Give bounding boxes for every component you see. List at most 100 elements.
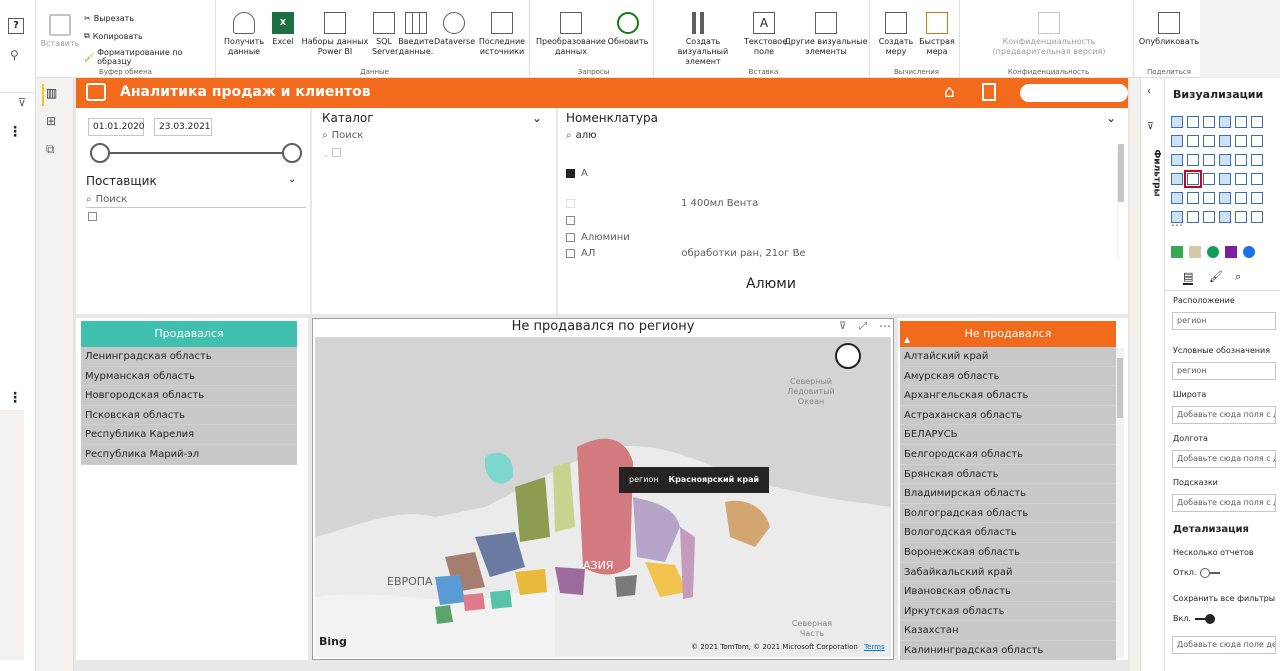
get-data-button[interactable]: Получить данные [224, 12, 264, 57]
table-row[interactable]: БЕЛАРУСЬ [900, 425, 1116, 445]
table-row[interactable]: Новгородская область [81, 386, 297, 406]
table-row[interactable]: Амурская область [900, 367, 1116, 387]
analytics-tab-icon[interactable]: ⌕ [1235, 270, 1241, 284]
more-visuals-button[interactable]: Другие визуальные элементы [784, 12, 868, 57]
globe-icon[interactable] [1207, 246, 1219, 258]
excel-button[interactable]: X Excel [268, 12, 298, 47]
table-row[interactable]: Воронежская область [900, 543, 1116, 563]
recent-sources-button[interactable]: Последние источники [476, 12, 528, 57]
list-item[interactable]: А [566, 168, 682, 179]
table-row[interactable]: Белгородская область [900, 445, 1116, 465]
latitude-well[interactable]: Добавьте сюда поля с данными [1172, 406, 1276, 424]
report-view-icon[interactable]: ▥ [46, 86, 57, 100]
not-sold-header[interactable]: Не продавался ▲ [900, 321, 1116, 347]
chevron-down-icon[interactable]: ⌄ [288, 174, 296, 185]
list-item[interactable]: АЛ обработки ран, 21ог Ве [566, 248, 806, 259]
chevron-down-icon[interactable]: ⌄ [1106, 111, 1116, 125]
supplier-checkbox[interactable] [88, 212, 97, 224]
help-icon[interactable]: ? [8, 18, 24, 34]
matrix-icon[interactable] [1235, 192, 1247, 204]
drillthrough-well[interactable]: Добавьте сюда поле детализации [1172, 636, 1276, 654]
date-to-input[interactable]: 23.03.2021 [154, 118, 212, 136]
date-slider-start-handle[interactable] [90, 143, 110, 163]
table-row[interactable]: Владимирская область [900, 484, 1116, 504]
legend-well[interactable]: регион [1172, 362, 1276, 380]
more-options-icon[interactable]: ⋯ [879, 319, 891, 333]
funnel-icon[interactable] [1187, 154, 1199, 166]
table-row[interactable]: Астраханская область [900, 406, 1116, 426]
list-item[interactable]: 1 400мл Вента [566, 198, 758, 209]
table-row[interactable]: Вологодская область [900, 523, 1116, 543]
multirow-card-icon[interactable] [1171, 192, 1183, 204]
longitude-well[interactable]: Добавьте сюда поля с данными [1172, 450, 1276, 468]
table-row[interactable]: Казахстан [900, 621, 1116, 641]
sql-button[interactable]: SQL Server [372, 12, 398, 57]
text-box-button[interactable]: A Текстовое поле [744, 12, 787, 57]
key-influencers-icon[interactable] [1187, 211, 1199, 223]
filled-map-icon[interactable] [1189, 246, 1201, 258]
column-100-icon[interactable] [1251, 116, 1263, 128]
map-canvas[interactable]: Северный Ледовитый Океан ЕВРОПА АЗИЯ Сев… [315, 337, 891, 657]
clustered-column-icon[interactable] [1219, 116, 1231, 128]
table-row[interactable]: Алтайский край [900, 347, 1116, 367]
focus-mode-icon[interactable]: ⤢ [859, 321, 867, 332]
table-row[interactable]: Калининградская область [900, 641, 1116, 660]
line-column-icon[interactable] [1219, 135, 1231, 147]
new-visual-button[interactable]: Создать визуальный элемент [660, 12, 746, 67]
region-krasnoyarsk[interactable] [577, 438, 633, 575]
publish-button[interactable]: Опубликовать [1138, 12, 1200, 47]
sensitivity-button[interactable]: Конфиденциальность (предварительная верс… [966, 12, 1132, 57]
new-measure-button[interactable]: Создать меру [876, 12, 916, 57]
filters-label[interactable]: Фильтры [1152, 149, 1162, 196]
enter-data-button[interactable]: Введите данные. [398, 12, 434, 57]
format-tab-icon[interactable]: 🖌 [1209, 270, 1223, 283]
table-row[interactable]: Забайкальский край [900, 563, 1116, 583]
table-row[interactable]: Архангельская область [900, 386, 1116, 406]
scrollbar-track[interactable] [1116, 348, 1124, 658]
stacked-area-icon[interactable] [1203, 135, 1215, 147]
ribbon-chart-icon[interactable] [1251, 135, 1263, 147]
map-pin-icon[interactable] [1171, 246, 1183, 258]
arcgis-icon[interactable] [1243, 246, 1255, 258]
chevron-left-icon[interactable]: ‹ [1147, 86, 1151, 97]
clustered-bar-icon[interactable] [1203, 116, 1215, 128]
table-row[interactable]: Республика Марий-эл [81, 445, 297, 465]
r-script-icon[interactable] [1251, 192, 1263, 204]
more-visuals-icon[interactable]: ⋯ [1171, 218, 1183, 232]
shape-map-icon[interactable] [1203, 173, 1215, 185]
scatter-icon[interactable] [1203, 154, 1215, 166]
filter-icon[interactable]: ⊽ [839, 321, 846, 332]
treemap-icon[interactable] [1251, 154, 1263, 166]
map-select-icon[interactable] [835, 343, 861, 369]
scrollbar-thumb[interactable] [1117, 358, 1123, 418]
table-row[interactable]: Брянская область [900, 465, 1116, 485]
link-icon[interactable]: ⚲ [10, 48, 19, 62]
area-chart-icon[interactable] [1187, 135, 1199, 147]
waterfall-icon[interactable] [1171, 154, 1183, 166]
location-well[interactable]: регион [1172, 312, 1276, 330]
map-icon[interactable] [1171, 173, 1183, 185]
slicer-icon[interactable] [1203, 192, 1215, 204]
tooltips-well[interactable]: Добавьте сюда поля с данными [1172, 494, 1276, 512]
fields-tab-icon[interactable]: ▤ [1183, 270, 1194, 285]
filter-icon[interactable]: ⊽ [18, 96, 26, 109]
table-row[interactable]: Ивановская область [900, 582, 1116, 602]
kpi-icon[interactable] [1187, 192, 1199, 204]
more-icon-2[interactable]: ⋮ [8, 390, 22, 406]
card-icon[interactable] [1251, 173, 1263, 185]
more-icon[interactable]: ⋮ [8, 124, 22, 140]
line-clustered-icon[interactable] [1235, 135, 1247, 147]
table-icon[interactable] [1219, 192, 1231, 204]
multi-reports-toggle[interactable]: Откл. [1173, 567, 1221, 578]
table-row[interactable]: Ленинградская область [81, 347, 297, 367]
azure-map-icon[interactable] [1219, 173, 1231, 185]
list-item[interactable]: Алюмини [566, 232, 630, 243]
stacked-column-icon[interactable] [1187, 116, 1199, 128]
catalog-expand-row[interactable]: ⌄ [322, 148, 342, 160]
dataverse-button[interactable]: Dataverse [434, 12, 475, 47]
model-view-icon[interactable]: ⧉ [46, 142, 55, 157]
stacked-bar-icon[interactable] [1171, 116, 1183, 128]
filled-map-icon[interactable] [1184, 170, 1202, 188]
gauge-icon[interactable] [1235, 173, 1247, 185]
datasets-button[interactable]: Наборы данных Power BI [300, 12, 370, 57]
